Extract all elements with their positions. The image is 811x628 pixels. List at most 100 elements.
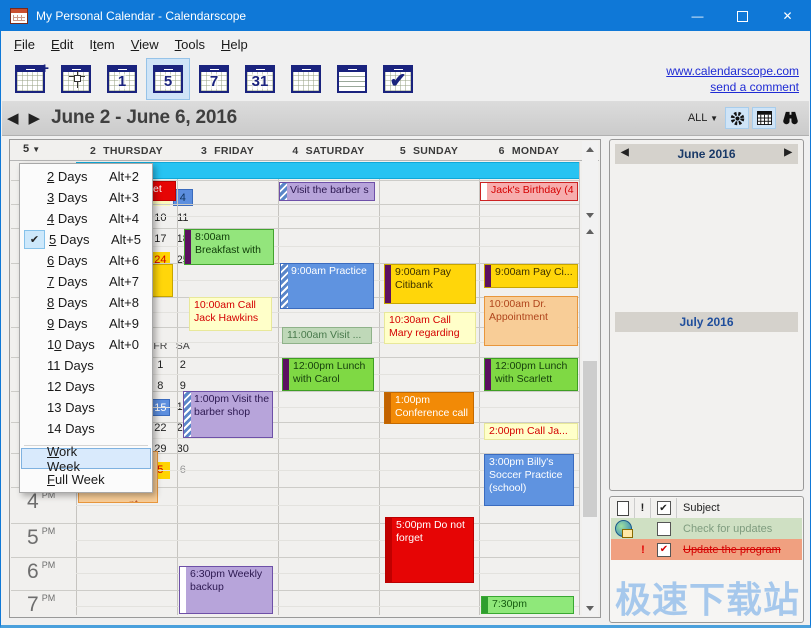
- menu-item[interactable]: View: [123, 33, 167, 56]
- allday-scroll-down-button[interactable]: [582, 208, 598, 222]
- shortcut-label: Alt+0: [109, 337, 145, 352]
- calendar-day-cell[interactable]: 11: [173, 210, 193, 227]
- year-view-button[interactable]: [284, 58, 328, 100]
- day-column-header[interactable]: 2 THURSDAY: [76, 142, 177, 159]
- event-text: 1:00pm Visit the barber shop: [194, 393, 269, 418]
- dropdown-menu-item[interactable]: 2 Days Alt+2: [21, 166, 151, 187]
- external-link[interactable]: send a comment: [666, 80, 799, 94]
- calendar-day-cell[interactable]: 30: [173, 441, 193, 458]
- calendar-event[interactable]: 7:30pm: [481, 596, 574, 614]
- dropdown-menu-item[interactable]: 7 Days Alt+7: [21, 271, 151, 292]
- shortcut-label: Alt+3: [109, 190, 145, 205]
- color-label-button[interactable]: [725, 107, 749, 129]
- task-checkbox[interactable]: [657, 522, 671, 536]
- minimize-button[interactable]: —: [675, 1, 720, 31]
- week-view-button[interactable]: 7: [192, 58, 236, 100]
- next-period-button[interactable]: ▶: [24, 109, 46, 127]
- arrow-up-icon: [586, 229, 594, 234]
- type-column-header[interactable]: [611, 498, 635, 518]
- dropdown-menu-item[interactable]: 11 Days: [21, 355, 151, 376]
- day-column-header[interactable]: 3 FRIDAY: [177, 142, 278, 159]
- five-day-view-button[interactable]: 5: [146, 58, 190, 100]
- event-text: 9:00am Practice: [291, 265, 367, 277]
- calendar-event[interactable]: 6:30pm Weekly backup: [179, 566, 273, 614]
- calendar-event[interactable]: 10:30am Call Mary regarding: [384, 312, 476, 344]
- scrollbar-thumb[interactable]: [583, 361, 597, 517]
- filter-dropdown[interactable]: ALL ▼: [688, 112, 718, 124]
- day-column-header[interactable]: 6 MONDAY: [479, 142, 579, 159]
- calendar-grid-icon: [757, 111, 772, 125]
- allday-scroll-up-button[interactable]: [582, 142, 598, 156]
- dropdown-menu-item[interactable]: 12 Days: [21, 376, 151, 397]
- task-row[interactable]: Check for updates: [611, 518, 802, 539]
- dropdown-menu-item[interactable]: 4 Days Alt+4: [21, 208, 151, 229]
- new-event-button[interactable]: +: [8, 58, 52, 100]
- previous-period-button[interactable]: ◀: [2, 109, 24, 127]
- dropdown-menu-item[interactable]: 9 Days Alt+9: [21, 313, 151, 334]
- calendar-event[interactable]: 1:00pm Visit the barber shop: [183, 391, 273, 438]
- completed-column-header[interactable]: [651, 498, 677, 518]
- calendar-event[interactable]: 9:00am Pay Ci...: [484, 264, 578, 288]
- task-type-icon-cell: [611, 518, 635, 539]
- dropdown-menu-item[interactable]: Work Week: [21, 448, 151, 469]
- dropdown-menu-item[interactable]: 14 Days: [21, 418, 151, 439]
- calendar-event[interactable]: 3:00pm Billy's Soccer Practice (school): [484, 454, 574, 506]
- dropdown-menu-item[interactable]: 13 Days: [21, 397, 151, 418]
- calendar-day-cell[interactable]: 2: [173, 357, 193, 374]
- subject-column-header[interactable]: Subject: [677, 502, 802, 514]
- calendar-event[interactable]: 9:00am Practice: [280, 263, 374, 309]
- calendar-event[interactable]: 11:00am Visit ...: [282, 327, 372, 344]
- column-divider: [278, 162, 279, 615]
- task-row[interactable]: ! Update the program: [611, 539, 802, 560]
- next-month-button[interactable]: ▶: [784, 147, 792, 158]
- calendar-day-cell[interactable]: 10: [150, 210, 170, 227]
- calendar-event[interactable]: 12:00pm Lunch with Carol: [282, 358, 374, 391]
- calendar-event[interactable]: Jack's Birthday (4: [480, 182, 578, 201]
- days-count-selector[interactable]: 5 ▼: [23, 143, 57, 159]
- calendarscope-window: My Personal Calendar - Calendarscope — ✕…: [0, 0, 811, 628]
- dropdown-menu-item[interactable]: 8 Days Alt+8: [21, 292, 151, 313]
- calendar-day-cell[interactable]: 1: [150, 357, 170, 374]
- previous-month-button[interactable]: ◀: [621, 147, 629, 158]
- event-category-bar: [485, 359, 491, 390]
- day-column-header[interactable]: 4 SATURDAY: [278, 142, 379, 159]
- calendar-event[interactable]: 1:00pm Conference call: [384, 392, 474, 424]
- external-link[interactable]: www.calendarscope.com: [666, 64, 799, 78]
- calendar-event[interactable]: 10:00am Dr. Appointment: [484, 296, 578, 346]
- goto-date-button[interactable]: [54, 58, 98, 100]
- calendar-event[interactable]: 9:00am Pay Citibank: [384, 264, 476, 304]
- mini-calendar-button[interactable]: [752, 107, 776, 129]
- day-view-button[interactable]: 1: [100, 58, 144, 100]
- dropdown-menu-item[interactable]: 6 Days Alt+6: [21, 250, 151, 271]
- calendar-event[interactable]: 10:00am Call Jack Hawkins: [189, 297, 272, 331]
- event-category-bar: [485, 265, 491, 287]
- dropdown-menu-item[interactable]: ✔ 5 Days Alt+5: [21, 229, 151, 250]
- shortcut-label: Alt+8: [109, 295, 145, 310]
- calendar-event[interactable]: 8:00am Breakfast with: [184, 229, 274, 265]
- menu-item[interactable]: Help: [213, 33, 256, 56]
- priority-column-header[interactable]: !: [635, 498, 651, 518]
- list-view-button[interactable]: [330, 58, 374, 100]
- month-view-button[interactable]: 31: [238, 58, 282, 100]
- close-button[interactable]: ✕: [765, 1, 810, 31]
- menu-item[interactable]: Tools: [167, 33, 213, 56]
- find-button[interactable]: [779, 108, 801, 128]
- day-column-header[interactable]: 5 SUNDAY: [379, 142, 479, 159]
- menu-item[interactable]: File: [6, 33, 43, 56]
- dropdown-menu-item[interactable]: 10 Days Alt+0: [21, 334, 151, 355]
- task-checkbox[interactable]: [657, 543, 671, 557]
- calendar-day-cell[interactable]: 8: [150, 378, 170, 395]
- dropdown-menu-item[interactable]: 3 Days Alt+3: [21, 187, 151, 208]
- calendar-event[interactable]: 2:00pm Call Ja...: [484, 423, 578, 440]
- event-text: 8:00am Breakfast with: [195, 231, 261, 256]
- calendar-event[interactable]: 12:00pm Lunch with Scarlett: [484, 358, 578, 391]
- calendar-event[interactable]: 5:00pm Do not forget: [385, 517, 474, 583]
- dropdown-menu-item[interactable]: Full Week: [21, 469, 151, 490]
- menu-item[interactable]: Item: [81, 33, 122, 56]
- menu-item[interactable]: Edit: [43, 33, 81, 56]
- scroll-up-button[interactable]: [582, 224, 598, 238]
- maximize-button[interactable]: [720, 1, 765, 31]
- scroll-down-button[interactable]: [582, 601, 598, 615]
- calendar-event[interactable]: Visit the barber s: [279, 182, 375, 201]
- tasks-button[interactable]: ✔: [376, 58, 420, 100]
